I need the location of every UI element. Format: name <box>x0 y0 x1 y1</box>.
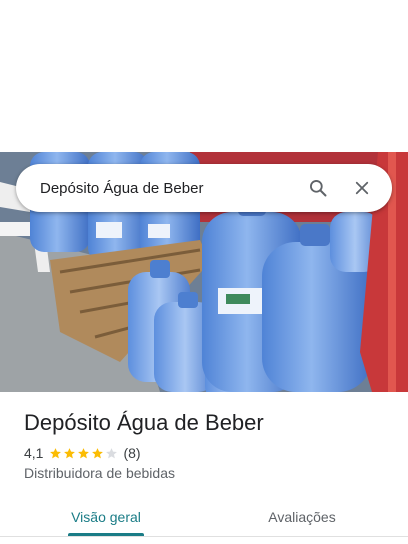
review-count[interactable]: (8) <box>123 445 140 461</box>
search-bar[interactable]: Depósito Água de Beber <box>16 164 392 212</box>
place-category[interactable]: Distribuidora de bebidas <box>24 465 175 481</box>
star-rating <box>49 447 119 460</box>
star-filled-icon <box>64 447 76 458</box>
rating-row[interactable]: 4,1 (8) <box>24 444 141 462</box>
close-icon[interactable] <box>344 170 380 206</box>
star-empty-icon <box>106 447 118 458</box>
tab-reviews[interactable]: Avaliações <box>262 498 342 536</box>
search-icon[interactable] <box>300 170 336 206</box>
place-title: Depósito Água de Beber <box>24 410 264 435</box>
active-tab-indicator <box>68 533 144 536</box>
tab-bar: Visão geral Avaliações <box>0 498 408 537</box>
search-input[interactable]: Depósito Água de Beber <box>40 180 292 197</box>
rating-value: 4,1 <box>24 445 44 461</box>
star-filled-icon <box>78 447 90 458</box>
map-blank-area <box>0 0 408 152</box>
tab-overview[interactable]: Visão geral <box>68 498 144 536</box>
star-filled-icon <box>50 447 62 458</box>
star-filled-icon <box>92 447 104 458</box>
